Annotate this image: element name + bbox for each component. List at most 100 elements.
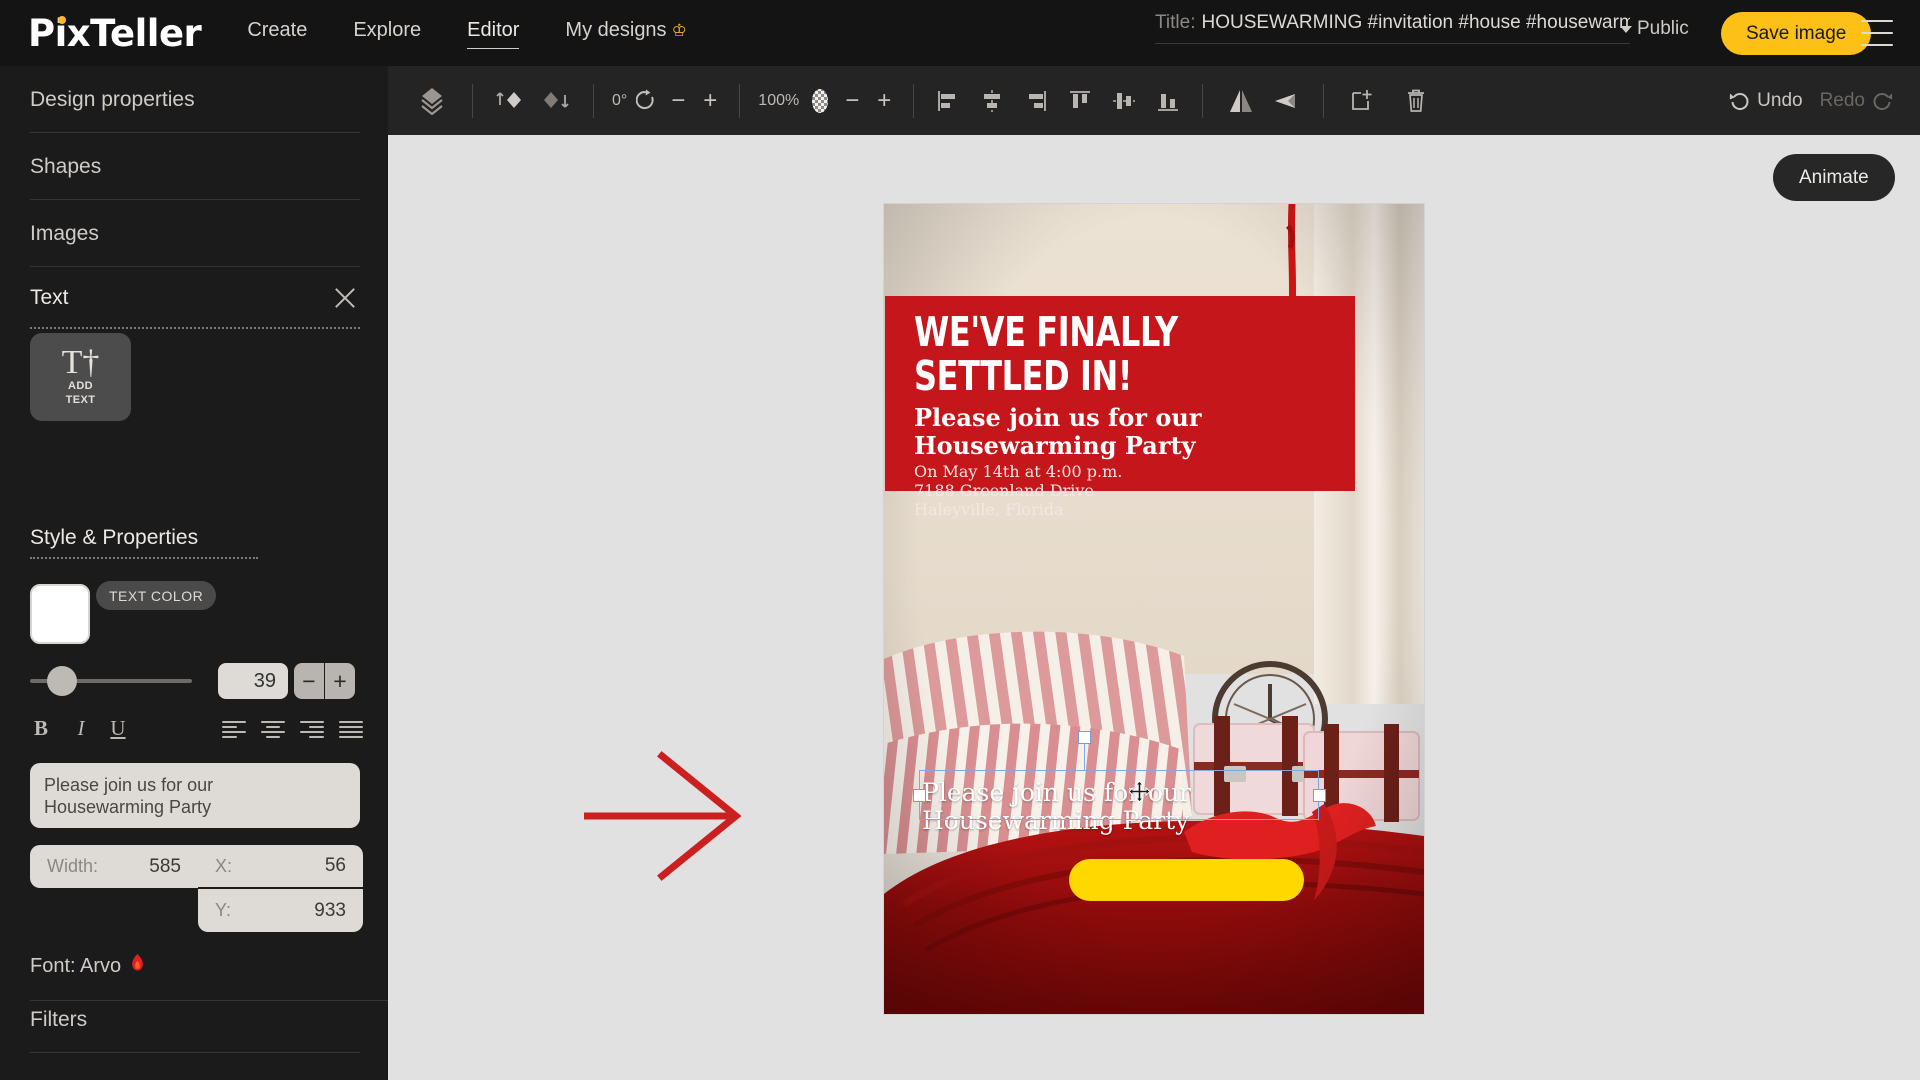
align-right-button[interactable] [300,721,324,738]
rotation-handle[interactable] [1078,731,1091,744]
underline-button[interactable]: U [105,716,131,741]
align-center-button[interactable] [261,721,285,738]
flip-vertical-icon[interactable] [1263,79,1307,123]
rotation-value[interactable]: 0° [608,92,631,110]
align-left-button[interactable] [222,721,246,738]
toolbar-group-layers [388,66,472,135]
design-title-field[interactable]: Title: HOUSEWARMING #invitation #house #… [1155,12,1630,44]
rotate-icon[interactable] [633,79,661,123]
add-text-button[interactable]: T† ADD TEXT [30,333,131,421]
poster-detail-line1: On May 14th at 4:00 p.m. [914,462,1123,481]
poster-detail-line3: Haleyville, Florida [914,500,1064,519]
layers-icon[interactable] [410,79,454,123]
align-bottom-icon[interactable] [1146,79,1190,123]
text-color-badge[interactable]: TEXT COLOR [96,581,217,610]
sidebar-label-shapes: Shapes [30,154,102,178]
sidebar-label-design-properties: Design properties [30,87,195,111]
rotation-decrease-button[interactable]: − [663,87,693,115]
toolbar-group-opacity: 100% − + [740,66,913,135]
font-size-slider[interactable] [30,666,192,696]
align-center-icon[interactable] [970,79,1014,123]
font-size-increase-button[interactable]: + [325,663,355,699]
resize-handle-left[interactable] [913,789,926,802]
x-value: 56 [324,855,346,876]
redo-icon [1873,92,1893,110]
align-right-icon[interactable] [1014,79,1058,123]
nav-link-my-designs-label: My designs [565,19,667,41]
resize-handle-right[interactable] [1313,789,1326,802]
crown-icon: ♔ [671,21,687,40]
poster-cta-button[interactable] [1069,859,1304,901]
poster-red-banner: WE'VE FINALLY SETTLED IN! Please join us… [885,296,1355,519]
design-canvas-poster[interactable]: WE'VE FINALLY SETTLED IN! Please join us… [884,204,1424,1014]
font-size-slider-knob[interactable] [47,666,77,696]
x-position-input[interactable]: X: 56 [198,845,363,888]
animate-button[interactable]: Animate [1773,154,1895,201]
opacity-increase-button[interactable]: + [869,87,899,115]
save-image-button[interactable]: Save image [1721,12,1872,55]
canvas-workspace[interactable]: Animate WE'VE FINALLY SETTLED IN! Please… [388,135,1920,1080]
nav-link-editor[interactable]: Editor [467,19,520,49]
add-text-caption-line1: ADD [67,380,94,392]
flip-horizontal-icon[interactable] [1219,79,1263,123]
nav-link-explore[interactable]: Explore [353,19,421,47]
sidebar-item-filters[interactable]: Filters [0,986,388,1053]
sidebar-item-shapes[interactable]: Shapes [0,133,388,200]
flame-icon [129,954,146,979]
opacity-value[interactable]: 100% [754,92,803,110]
text-color-swatch[interactable] [30,584,90,644]
add-text-caption-line2: TEXT [65,394,96,406]
undo-icon [1729,92,1749,110]
font-label: Font: Arvo [30,955,122,977]
undo-label: Undo [1757,89,1803,111]
sidebar-label-text: Text [30,286,69,309]
opacity-checker-icon[interactable] [805,79,835,123]
object-toolbar: 0° − + 100% − + Undo Redo [388,66,1920,135]
selection-frame [919,770,1319,820]
align-justify-button[interactable] [339,721,363,738]
nav-link-my-designs[interactable]: My designs ♔ [565,19,686,47]
visibility-label: Public [1637,18,1689,39]
toolbar-group-edit [1324,66,1454,135]
close-icon[interactable] [332,285,358,311]
visibility-dropdown[interactable]: Public [1620,18,1689,40]
width-label: Width: [47,856,99,876]
redo-label: Redo [1819,89,1865,111]
sidebar-item-drawing[interactable]: Drawing [0,1071,388,1080]
style-properties-header: Style & Properties [30,526,259,559]
chevron-down-icon [1620,25,1632,33]
poster-subhead-line2: Housewarming Party [914,431,1196,460]
undo-redo-group: Undo Redo [1728,66,1894,135]
pixteller-logo[interactable]: Pix Teller [28,0,202,66]
nav-link-create[interactable]: Create [247,19,307,47]
align-top-icon[interactable] [1058,79,1102,123]
add-text-glyph-icon: T† [61,344,100,381]
hamburger-menu-icon[interactable] [1861,20,1893,46]
font-size-input[interactable]: 39 [218,663,288,699]
text-content-input[interactable] [30,763,360,828]
sidebar-item-text[interactable]: Text [0,267,388,329]
font-selector[interactable]: Font: Arvo [30,954,388,1001]
align-middle-icon[interactable] [1102,79,1146,123]
send-backward-icon[interactable] [533,79,577,123]
design-title-value: HOUSEWARMING #invitation #house #housewa… [1201,12,1630,33]
align-left-icon[interactable] [926,79,970,123]
bold-button[interactable]: B [28,716,54,741]
red-arrow-annotation [582,749,759,889]
sidebar-label-images: Images [30,221,99,245]
undo-button[interactable]: Undo [1728,89,1803,112]
top-navigation-bar: Pix Teller Create Explore Editor My desig… [0,0,1920,66]
trash-icon[interactable] [1394,79,1438,123]
font-size-decrease-button[interactable]: − [294,663,324,699]
redo-button[interactable]: Redo [1820,90,1894,112]
y-position-input[interactable]: Y: 933 [198,889,363,932]
width-input[interactable]: Width: 585 [30,845,198,888]
rotation-increase-button[interactable]: + [695,87,725,115]
opacity-decrease-button[interactable]: − [837,87,867,115]
italic-button[interactable]: I [68,716,94,741]
sidebar-item-design-properties[interactable]: Design properties [0,66,388,133]
logo-dot-icon [58,16,66,24]
bring-forward-icon[interactable] [489,79,533,123]
sidebar-item-images[interactable]: Images [0,200,388,267]
duplicate-icon[interactable] [1340,79,1384,123]
